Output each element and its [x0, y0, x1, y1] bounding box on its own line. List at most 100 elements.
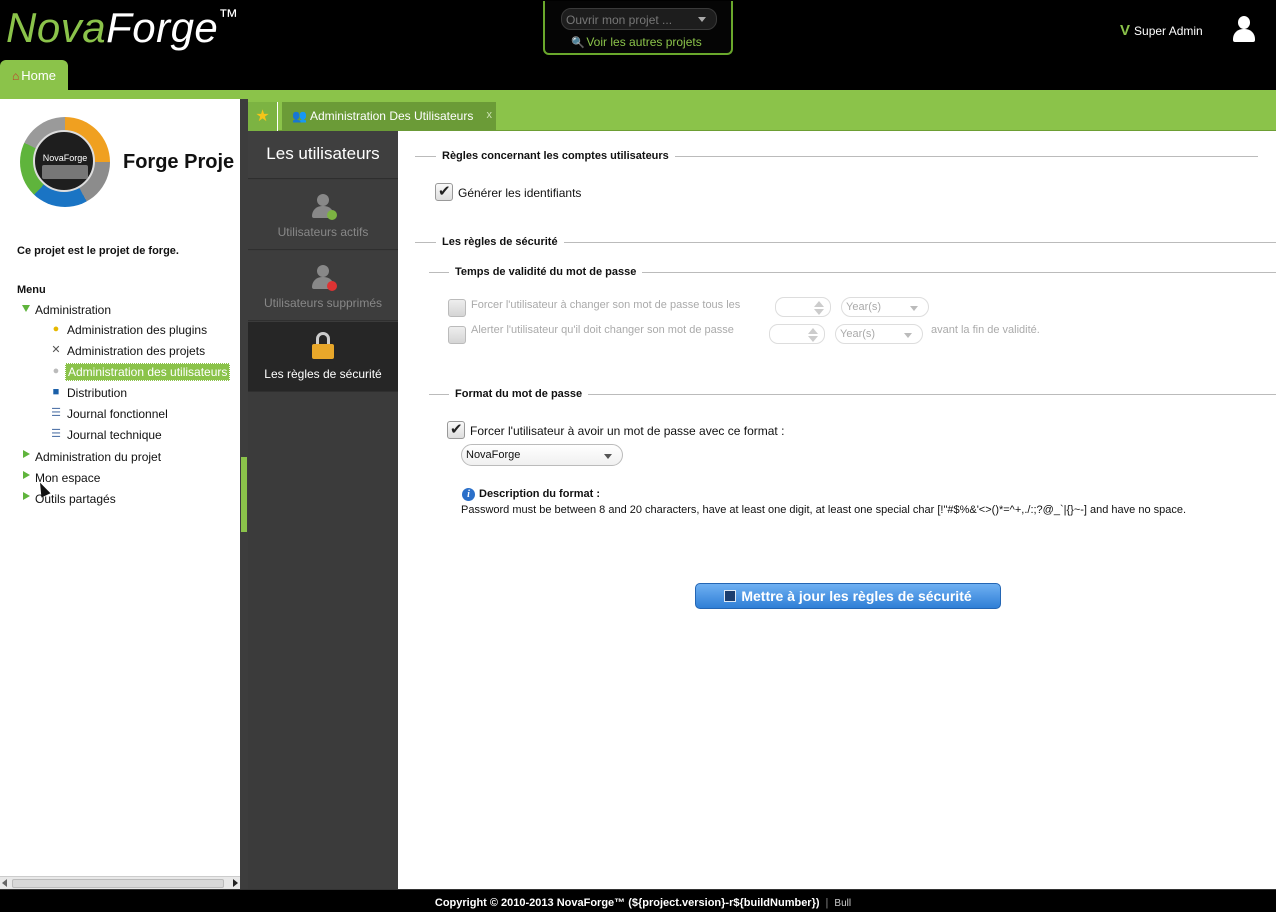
- alert-spinner[interactable]: [769, 324, 825, 344]
- distribution-icon: ■: [52, 386, 60, 398]
- scroll-left-icon[interactable]: [2, 879, 7, 887]
- vnav-item-deleted-users[interactable]: Utilisateurs supprimés: [248, 251, 398, 321]
- format-value: NovaForge: [466, 449, 521, 461]
- novaforge-logo[interactable]: NovaForge™: [6, 4, 239, 52]
- update-button-label: Mettre à jour les règles de sécurité: [741, 588, 972, 604]
- tree-item-journal-technique[interactable]: Journal technique: [67, 428, 162, 442]
- tree-item-distribution[interactable]: Distribution: [67, 386, 127, 400]
- logo-suffix: Forge: [106, 4, 219, 51]
- info-icon: i: [462, 488, 475, 501]
- security-rules-panel: Règles concernant les comptes utilisateu…: [398, 131, 1276, 889]
- tab-home[interactable]: ⌂ Home: [0, 60, 68, 92]
- force-change-unit-select[interactable]: Year(s): [841, 297, 929, 317]
- unit-value: Year(s): [846, 301, 882, 313]
- footer: Copyright © 2010-2013 NovaForge™ (${proj…: [0, 889, 1276, 912]
- project-select-placeholder: Ouvrir mon projet ...: [566, 13, 673, 27]
- alert-checkbox[interactable]: [448, 326, 466, 344]
- vnav-item-label: Utilisateurs supprimés: [263, 296, 383, 310]
- chevron-down-icon: [904, 333, 912, 338]
- tools-icon: ✕: [51, 344, 61, 356]
- format-desc-title: Description du format :: [479, 488, 601, 500]
- update-security-rules-button[interactable]: Mettre à jour les règles de sécurité: [695, 583, 1001, 609]
- log-icon: ☰: [51, 407, 61, 419]
- vnav-item-label: Utilisateurs actifs: [277, 225, 369, 239]
- force-format-checkbox[interactable]: [447, 420, 465, 439]
- vnav-item-active-users[interactable]: Utilisateurs actifs: [248, 180, 398, 250]
- format-legend: Format du mot de passe: [449, 388, 589, 400]
- spin-up-icon[interactable]: [808, 328, 818, 334]
- tree-item-administration[interactable]: Administration: [35, 303, 111, 317]
- spin-down-icon[interactable]: [814, 309, 824, 315]
- project-badge: NovaForge: [18, 115, 114, 215]
- chevron-down-icon: [698, 17, 706, 22]
- project-chooser: Ouvrir mon projet ... 🔍 Voir les autres …: [543, 1, 733, 55]
- tree-expand-icon[interactable]: [23, 450, 30, 458]
- security-legend: Les règles de sécurité: [436, 236, 564, 248]
- generate-ids-label: Générer les identifiants: [458, 186, 582, 200]
- logo-prefix: Nova: [6, 4, 107, 51]
- users-vertical-nav: Les utilisateurs Utilisateurs actifs Uti…: [248, 131, 398, 889]
- left-sidebar: NovaForge Forge Proje Ce projet est le p…: [0, 99, 240, 889]
- tab-home-label: Home: [21, 68, 56, 83]
- tab-admin-users-label: Administration Des Utilisateurs: [309, 109, 474, 123]
- users-icon: ●: [52, 365, 60, 377]
- force-change-spinner[interactable]: [775, 297, 831, 317]
- top-header: NovaForge™ Ouvrir mon projet ... 🔍 Voir …: [0, 0, 1276, 92]
- sidebar-splitter[interactable]: [240, 99, 248, 889]
- unit-value: Year(s): [840, 328, 876, 340]
- scrollbar-thumb[interactable]: [12, 879, 224, 888]
- chevron-down-icon: [910, 306, 918, 311]
- vnav-item-label: Les règles de sécurité: [264, 367, 382, 381]
- force-format-label: Forcer l'utilisateur à avoir un mot de p…: [470, 424, 785, 438]
- badge-text: NovaForge: [42, 153, 88, 163]
- tree-item-users[interactable]: Administration des utilisateurs: [65, 363, 231, 381]
- user-menu[interactable]: V Super Admin: [1120, 22, 1203, 39]
- tree-item-journal-fonctionnel[interactable]: Journal fonctionnel: [67, 407, 168, 421]
- content-tabbar: ★ 👥 Administration Des Utilisateurs x: [248, 99, 1276, 131]
- footer-copyright: Copyright © 2010-2013 NovaForge™ (${proj…: [434, 897, 820, 909]
- magnifier-icon: 🔍: [571, 37, 585, 49]
- other-projects-link[interactable]: 🔍 Voir les autres projets: [571, 35, 702, 49]
- user-remove-icon: [311, 265, 337, 291]
- validity-legend: Temps de validité du mot de passe: [449, 266, 643, 278]
- alert-unit-select[interactable]: Year(s): [835, 324, 923, 344]
- spin-down-icon[interactable]: [808, 336, 818, 342]
- star-icon[interactable]: ★: [248, 102, 278, 131]
- vnav-item-security-rules[interactable]: Les règles de sécurité: [248, 322, 398, 392]
- spin-up-icon[interactable]: [814, 301, 824, 307]
- tree-item-plugins[interactable]: Administration des plugins: [67, 323, 207, 337]
- sidebar-horizontal-scrollbar[interactable]: [0, 876, 240, 889]
- menu-title: Menu: [17, 284, 46, 296]
- close-icon[interactable]: x: [487, 109, 493, 121]
- footer-separator: |: [825, 897, 829, 909]
- format-desc-text: Password must be between 8 and 20 charac…: [461, 504, 1187, 516]
- vnav-title: Les utilisateurs: [248, 131, 398, 179]
- tab-admin-users[interactable]: 👥 Administration Des Utilisateurs x: [282, 102, 496, 131]
- format-select[interactable]: NovaForge: [461, 444, 623, 466]
- splitter-grip[interactable]: [241, 457, 247, 532]
- tree-expand-icon[interactable]: [22, 305, 30, 312]
- user-add-icon: [311, 194, 337, 220]
- generate-ids-checkbox[interactable]: [435, 182, 453, 201]
- plugin-icon: ●: [52, 323, 60, 335]
- project-description: Ce projet est le projet de forge.: [17, 245, 179, 257]
- tree-expand-icon[interactable]: [23, 492, 30, 500]
- logo-tm: ™: [218, 6, 239, 28]
- project-title: Forge Proje: [123, 151, 235, 173]
- save-icon: [724, 590, 737, 602]
- tree-expand-icon[interactable]: [23, 471, 30, 479]
- force-change-label: Forcer l'utilisateur à changer son mot d…: [471, 299, 741, 311]
- force-change-checkbox[interactable]: [448, 299, 466, 317]
- project-select[interactable]: Ouvrir mon projet ...: [561, 8, 717, 30]
- header-divider: [0, 90, 1276, 99]
- bull-logo[interactable]: Bull: [834, 898, 851, 909]
- other-projects-label: Voir les autres projets: [586, 35, 702, 49]
- avatar-icon[interactable]: [1232, 16, 1256, 44]
- tree-item-projects[interactable]: Administration des projets: [67, 344, 205, 358]
- lock-icon: [312, 332, 334, 360]
- log-icon: ☰: [51, 428, 61, 440]
- tree-item-admin-projet[interactable]: Administration du projet: [35, 450, 161, 464]
- accounts-legend: Règles concernant les comptes utilisateu…: [436, 150, 675, 162]
- scroll-right-icon[interactable]: [233, 879, 238, 887]
- user-name: Super Admin: [1134, 24, 1203, 38]
